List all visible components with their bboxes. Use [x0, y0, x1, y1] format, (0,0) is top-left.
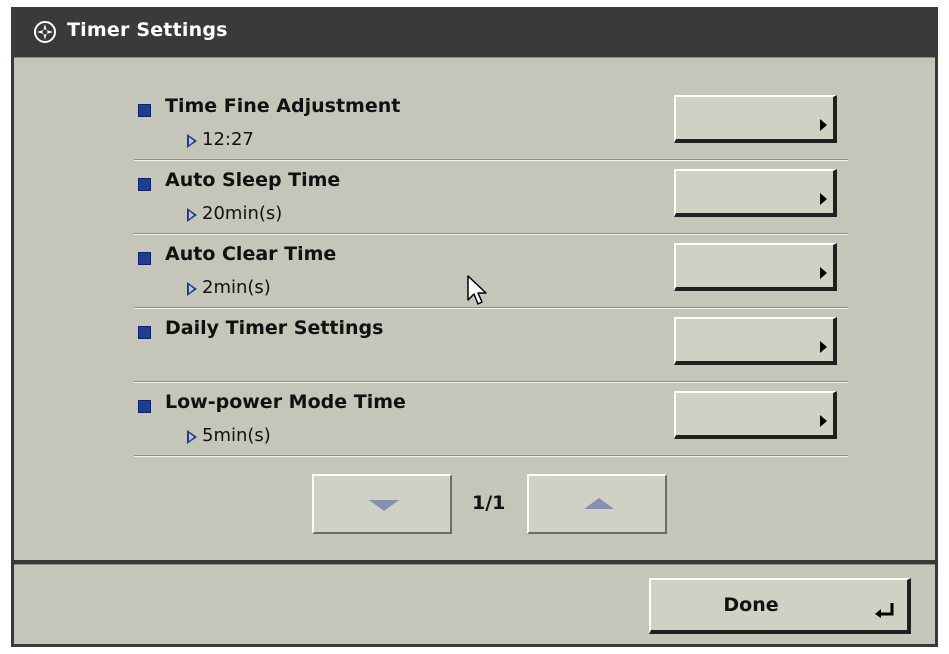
setting-label: Low-power Mode Time — [165, 391, 406, 413]
setting-row-daily-timer-settings: Daily Timer Settings — [134, 311, 848, 383]
title-bar: Timer Settings — [11, 7, 938, 57]
row-divider — [134, 234, 848, 235]
setting-row-auto-sleep-time: Auto Sleep Time 20min(s) — [134, 163, 848, 235]
settings-panel: Time Fine Adjustment 12:27 Auto Sleep Ti… — [14, 57, 935, 560]
low-power-mode-time-button[interactable] — [674, 391, 837, 439]
auto-clear-time-button[interactable] — [674, 243, 837, 291]
footer-bar: Done — [14, 564, 935, 644]
triangle-right-icon — [820, 341, 827, 353]
triangle-right-icon — [820, 415, 827, 427]
setting-row-low-power-mode-time: Low-power Mode Time 5min(s) — [134, 385, 848, 457]
value-pointer-icon — [187, 282, 197, 296]
triangle-down-icon — [369, 500, 399, 511]
page-up-button[interactable] — [527, 474, 667, 534]
triangle-right-icon — [820, 193, 827, 205]
auto-sleep-time-button[interactable] — [674, 169, 837, 217]
setting-label: Time Fine Adjustment — [165, 95, 401, 117]
bullet-icon — [138, 104, 151, 117]
done-label: Done — [723, 594, 779, 616]
done-button[interactable]: Done — [649, 578, 911, 634]
bullet-icon — [138, 400, 151, 413]
enter-return-icon — [875, 603, 894, 618]
value-pointer-icon — [187, 134, 197, 148]
page-down-button[interactable] — [312, 474, 452, 534]
bullet-icon — [138, 326, 151, 339]
page-indicator: 1/1 — [472, 492, 506, 514]
bullet-icon — [138, 252, 151, 265]
value-pointer-icon — [187, 430, 197, 444]
row-divider — [134, 308, 848, 309]
row-divider — [134, 382, 848, 383]
setting-label: Daily Timer Settings — [165, 317, 384, 339]
value-pointer-icon — [187, 208, 197, 222]
row-divider — [134, 456, 848, 457]
setting-value: 5min(s) — [187, 425, 271, 446]
setting-label: Auto Sleep Time — [165, 169, 341, 191]
setting-label: Auto Clear Time — [165, 243, 337, 265]
daily-timer-settings-button[interactable] — [674, 317, 837, 365]
time-fine-adjustment-button[interactable] — [674, 95, 837, 143]
setting-row-time-fine-adjustment: Time Fine Adjustment 12:27 — [134, 89, 848, 161]
triangle-up-icon — [584, 498, 614, 509]
setting-value: 20min(s) — [187, 203, 282, 224]
setting-value: 12:27 — [187, 129, 254, 150]
mouse-pointer-icon — [467, 275, 487, 305]
triangle-right-icon — [820, 119, 827, 131]
triangle-right-icon — [820, 267, 827, 279]
bullet-icon — [138, 178, 151, 191]
timer-settings-window: Timer Settings Time Fine Adjustment 12:2… — [11, 7, 938, 647]
page-title: Timer Settings — [67, 19, 228, 41]
settings-icon — [34, 21, 56, 43]
setting-value: 2min(s) — [187, 277, 271, 298]
row-divider — [134, 160, 848, 161]
